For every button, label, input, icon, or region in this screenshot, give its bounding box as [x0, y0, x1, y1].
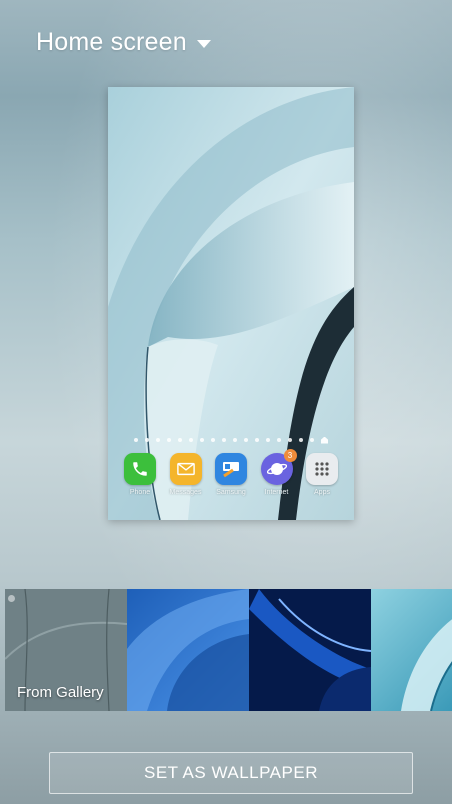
apps-grid-icon	[306, 453, 338, 485]
dock-app-label: Messages	[169, 489, 202, 496]
phone-icon	[124, 453, 156, 485]
page-dot	[222, 438, 226, 442]
dock-app-label: Samsung	[216, 489, 246, 496]
app-dock: Phone Messages Samsung 3 Internet Apps	[118, 449, 344, 505]
page-dot	[244, 438, 248, 442]
dock-app-label: Phone	[129, 489, 151, 496]
samsung-pay-icon	[215, 453, 247, 485]
wallpaper-thumbnail-strip[interactable]: From Gallery	[5, 589, 452, 711]
dock-app-samsung: Samsung	[209, 453, 253, 505]
page-indicator	[108, 435, 354, 445]
wallpaper-thumbnail[interactable]	[127, 589, 249, 711]
notification-badge: 3	[283, 449, 297, 462]
wallpaper-thumbnail[interactable]	[371, 589, 452, 711]
caret-down-icon	[196, 39, 211, 48]
page-dot	[233, 438, 237, 442]
dock-app-label: Apps	[314, 489, 330, 496]
page-dot	[189, 438, 193, 442]
wallpaper-target-dropdown[interactable]: Home screen	[36, 22, 211, 62]
page-dot	[156, 438, 160, 442]
messages-icon	[169, 453, 202, 485]
dock-app-messages: Messages	[164, 453, 208, 505]
page-dot	[178, 438, 182, 442]
page-dot	[167, 438, 171, 442]
page-dot	[266, 438, 270, 442]
from-gallery-thumbnail[interactable]: From Gallery	[5, 589, 127, 711]
home-screen-preview: Phone Messages Samsung 3 Internet Apps	[108, 87, 354, 520]
dock-app-apps: Apps	[300, 453, 344, 505]
wallpaper-thumbnail[interactable]	[249, 589, 371, 711]
page-dot	[288, 438, 292, 442]
page-dot	[277, 438, 281, 442]
page-dot	[134, 438, 138, 442]
set-as-wallpaper-button[interactable]: SET AS WALLPAPER	[49, 752, 413, 794]
dock-app-internet: 3 Internet	[255, 449, 299, 505]
page-dot	[255, 438, 259, 442]
dock-app-phone: Phone	[118, 453, 162, 505]
selected-indicator	[8, 595, 15, 602]
dock-app-label: Internet	[264, 489, 289, 496]
home-page-icon	[321, 436, 328, 444]
internet-icon: 3	[260, 449, 297, 485]
wallpaper-thumbnail-art	[371, 589, 452, 711]
wallpaper-thumbnail-art	[249, 589, 371, 711]
from-gallery-label: From Gallery	[17, 684, 104, 701]
wallpaper-thumbnail-art	[127, 589, 249, 711]
page-dot	[145, 438, 149, 442]
page-dot	[211, 438, 215, 442]
page-dot	[310, 438, 314, 442]
page-dot	[200, 438, 204, 442]
header-title: Home screen	[36, 27, 187, 56]
page-dot	[299, 438, 303, 442]
